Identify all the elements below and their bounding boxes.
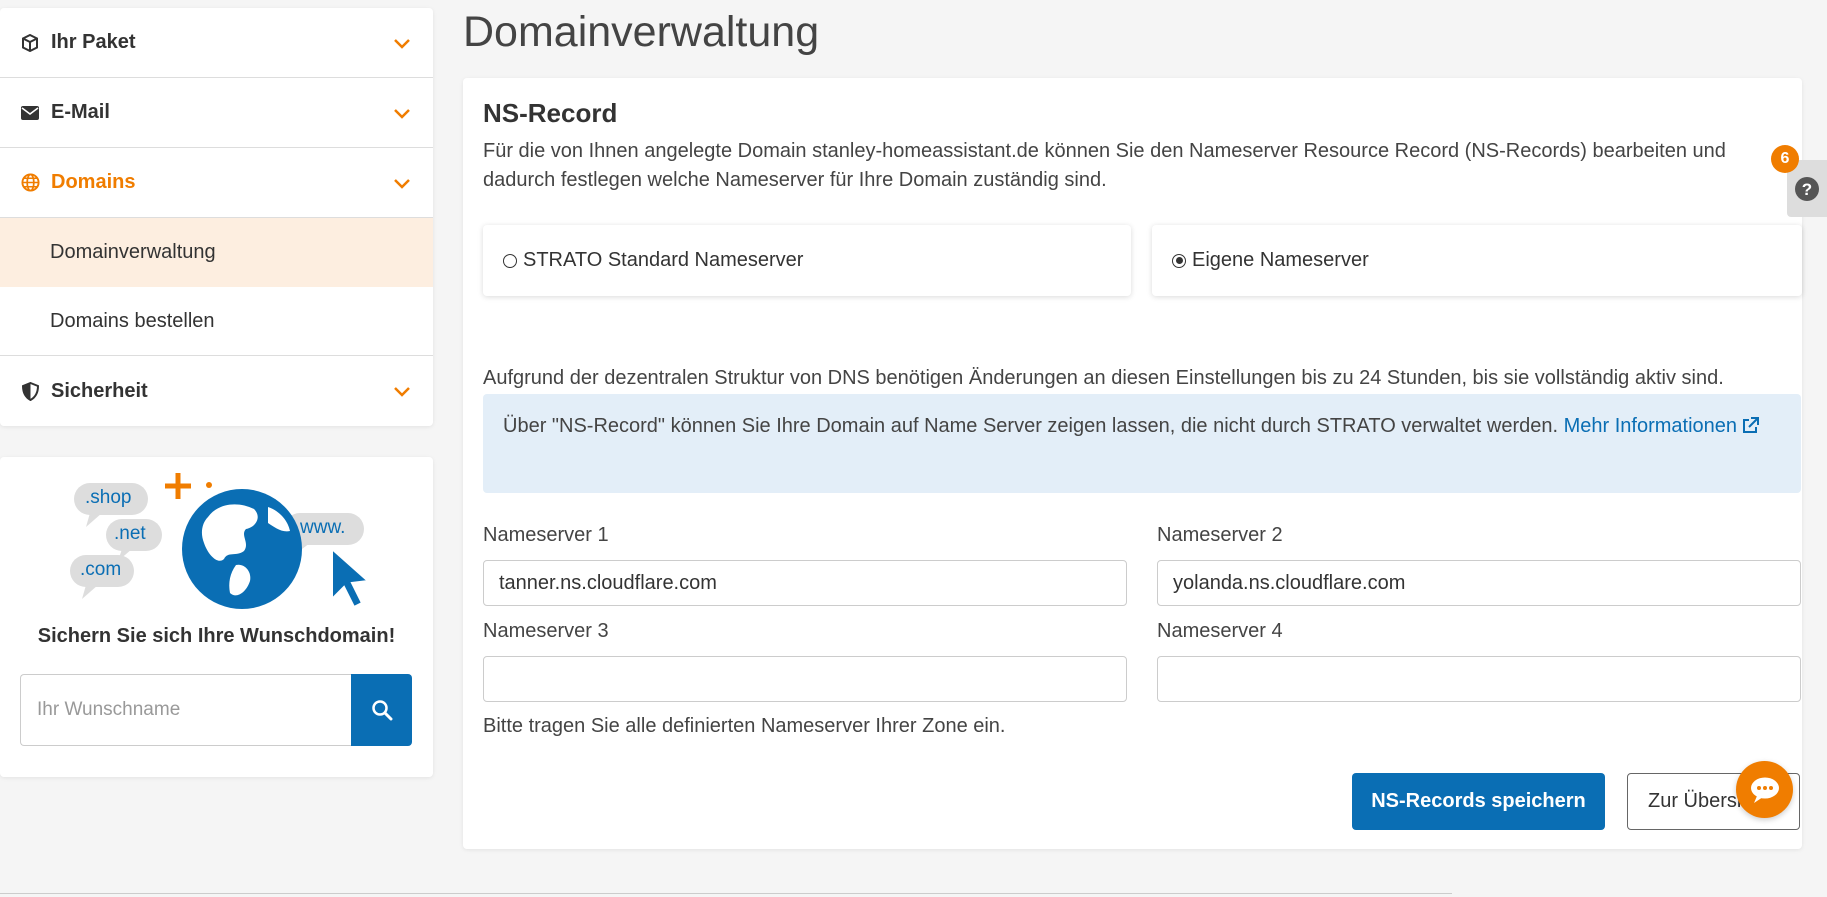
bubble-shop: .shop: [85, 487, 132, 508]
sidebar-item-sicherheit[interactable]: Sicherheit: [0, 356, 433, 426]
chevron-down-icon: [391, 102, 413, 124]
nameserver-3-label: Nameserver 3: [483, 620, 609, 642]
radio-unchecked-icon: [503, 253, 517, 268]
sidebar-subitem-domainverwaltung[interactable]: Domainverwaltung: [0, 218, 433, 287]
sidebar-menu: Ihr Paket E-Mail Domains Domainverwaltun…: [0, 8, 433, 426]
domain-illustration: .shop .net .com www.: [68, 473, 368, 613]
radio-strato-standard[interactable]: STRATO Standard Nameserver: [483, 225, 1131, 296]
sidebar-subitem-domains-bestellen[interactable]: Domains bestellen: [0, 287, 433, 356]
info-text: Über "NS-Record" können Sie Ihre Domain …: [503, 415, 1559, 437]
nameserver-2-label: Nameserver 2: [1157, 524, 1283, 546]
sidebar-item-label: E-Mail: [51, 101, 110, 123]
chevron-down-icon: [391, 380, 413, 402]
notification-badge: 6: [1771, 145, 1799, 173]
section-title: NS-Record: [483, 98, 618, 128]
more-info-link[interactable]: Mehr Informationen: [1563, 415, 1760, 437]
info-box: Über "NS-Record" können Sie Ihre Domain …: [483, 394, 1801, 493]
shield-icon: [20, 381, 40, 401]
sidebar-item-label: Ihr Paket: [51, 31, 136, 53]
nameserver-4-input[interactable]: [1157, 656, 1801, 702]
nameserver-3-input[interactable]: [483, 656, 1127, 702]
chevron-down-icon: [391, 172, 413, 194]
radio-checked-icon: [1172, 253, 1186, 268]
dns-delay-note: Aufgrund der dezentralen Struktur von DN…: [483, 367, 1724, 389]
chevron-down-icon: [391, 32, 413, 54]
footer-divider: [0, 893, 1452, 894]
nameserver-1-label: Nameserver 1: [483, 524, 609, 546]
intro-text: Für die von Ihnen angelegte Domain stanl…: [483, 140, 1726, 191]
nameserver-4-label: Nameserver 4: [1157, 620, 1283, 642]
radio-eigene-nameserver[interactable]: Eigene Nameserver: [1152, 225, 1802, 296]
globe-icon: [20, 173, 40, 193]
radio-label: Eigene Nameserver: [1192, 249, 1369, 271]
bubble-com: .com: [80, 559, 122, 580]
package-icon: [20, 33, 40, 53]
sidebar-item-ihr-paket[interactable]: Ihr Paket: [0, 8, 433, 78]
save-ns-records-button[interactable]: NS-Records speichern: [1352, 773, 1605, 830]
envelope-icon: [20, 103, 40, 123]
chat-button[interactable]: [1736, 761, 1793, 818]
sidebar-item-domains[interactable]: Domains: [0, 148, 433, 218]
external-link-icon: [1743, 417, 1760, 433]
svg-text:?: ?: [1802, 180, 1812, 199]
domain-search-button[interactable]: [351, 674, 412, 746]
sidebar-item-label: Sicherheit: [51, 379, 148, 402]
promo-title: Sichern Sie sich Ihre Wunschdomain!: [37, 625, 396, 647]
sidebar-item-label: Domains: [51, 171, 136, 193]
nameserver-1-input[interactable]: [483, 560, 1127, 606]
bubble-net: .net: [114, 523, 146, 544]
nameserver-hint: Bitte tragen Sie alle definierten Namese…: [483, 715, 1006, 737]
sidebar-item-e-mail[interactable]: E-Mail: [0, 78, 433, 148]
page-title: Domainverwaltung: [463, 8, 820, 56]
domain-search-input[interactable]: [20, 674, 351, 746]
nameserver-2-input[interactable]: [1157, 560, 1801, 606]
domain-promo-card: .shop .net .com www. Sichern Sie sich Ih…: [0, 457, 433, 777]
domain-search: [20, 674, 412, 746]
bubble-www: www.: [300, 517, 346, 538]
more-info-link-label: Mehr Informationen: [1563, 415, 1738, 437]
chat-bubble-icon: [1750, 777, 1779, 803]
ns-record-card: NS-Record Für die von Ihnen angelegte Do…: [463, 78, 1802, 849]
radio-label: STRATO Standard Nameserver: [523, 249, 804, 271]
search-icon: [371, 700, 392, 721]
help-icon: ?: [1795, 176, 1819, 201]
